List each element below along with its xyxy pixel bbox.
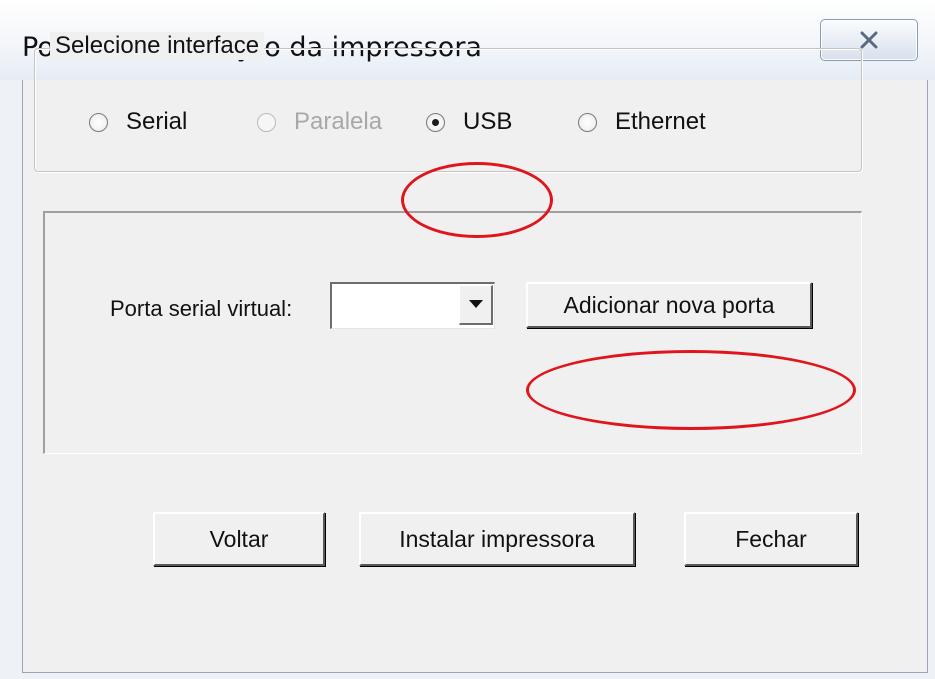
port-settings-panel — [43, 211, 862, 454]
radio-paralela-label: Paralela — [294, 108, 383, 135]
close-icon — [860, 31, 878, 49]
radio-usb-label: USB — [463, 108, 513, 135]
radio-paralela: Paralela — [257, 107, 382, 137]
chevron-down-icon — [469, 300, 483, 308]
radio-usb[interactable]: USB — [426, 107, 512, 137]
interface-group-label: Selecione interface — [50, 32, 265, 60]
virtual-serial-port-combobox[interactable] — [330, 282, 495, 329]
radio-ethernet[interactable]: Ethernet — [578, 107, 706, 137]
add-new-port-button[interactable]: Adicionar nova porta — [526, 282, 812, 328]
radio-serial-label: Serial — [126, 108, 188, 135]
radio-button-icon — [257, 112, 276, 132]
install-printer-button[interactable]: Instalar impressora — [359, 512, 635, 566]
add-new-port-label: Adicionar nova porta — [563, 292, 775, 318]
close-dialog-label: Fechar — [735, 526, 807, 552]
radio-selected-dot — [432, 118, 439, 126]
dialog-window: Porta de instalação da impressora Seleci… — [0, 0, 935, 679]
radio-button-icon[interactable] — [578, 112, 597, 132]
combo-dropdown-button[interactable] — [459, 285, 493, 325]
radio-button-icon[interactable] — [89, 112, 108, 132]
install-printer-label: Instalar impressora — [399, 526, 595, 552]
radio-button-icon[interactable] — [426, 112, 445, 132]
virtual-serial-port-label: Porta serial virtual: — [110, 296, 293, 321]
back-button[interactable]: Voltar — [153, 512, 325, 566]
back-button-label: Voltar — [209, 526, 269, 552]
radio-serial[interactable]: Serial — [89, 107, 187, 137]
close-dialog-button[interactable]: Fechar — [684, 512, 858, 566]
radio-ethernet-label: Ethernet — [615, 108, 706, 135]
